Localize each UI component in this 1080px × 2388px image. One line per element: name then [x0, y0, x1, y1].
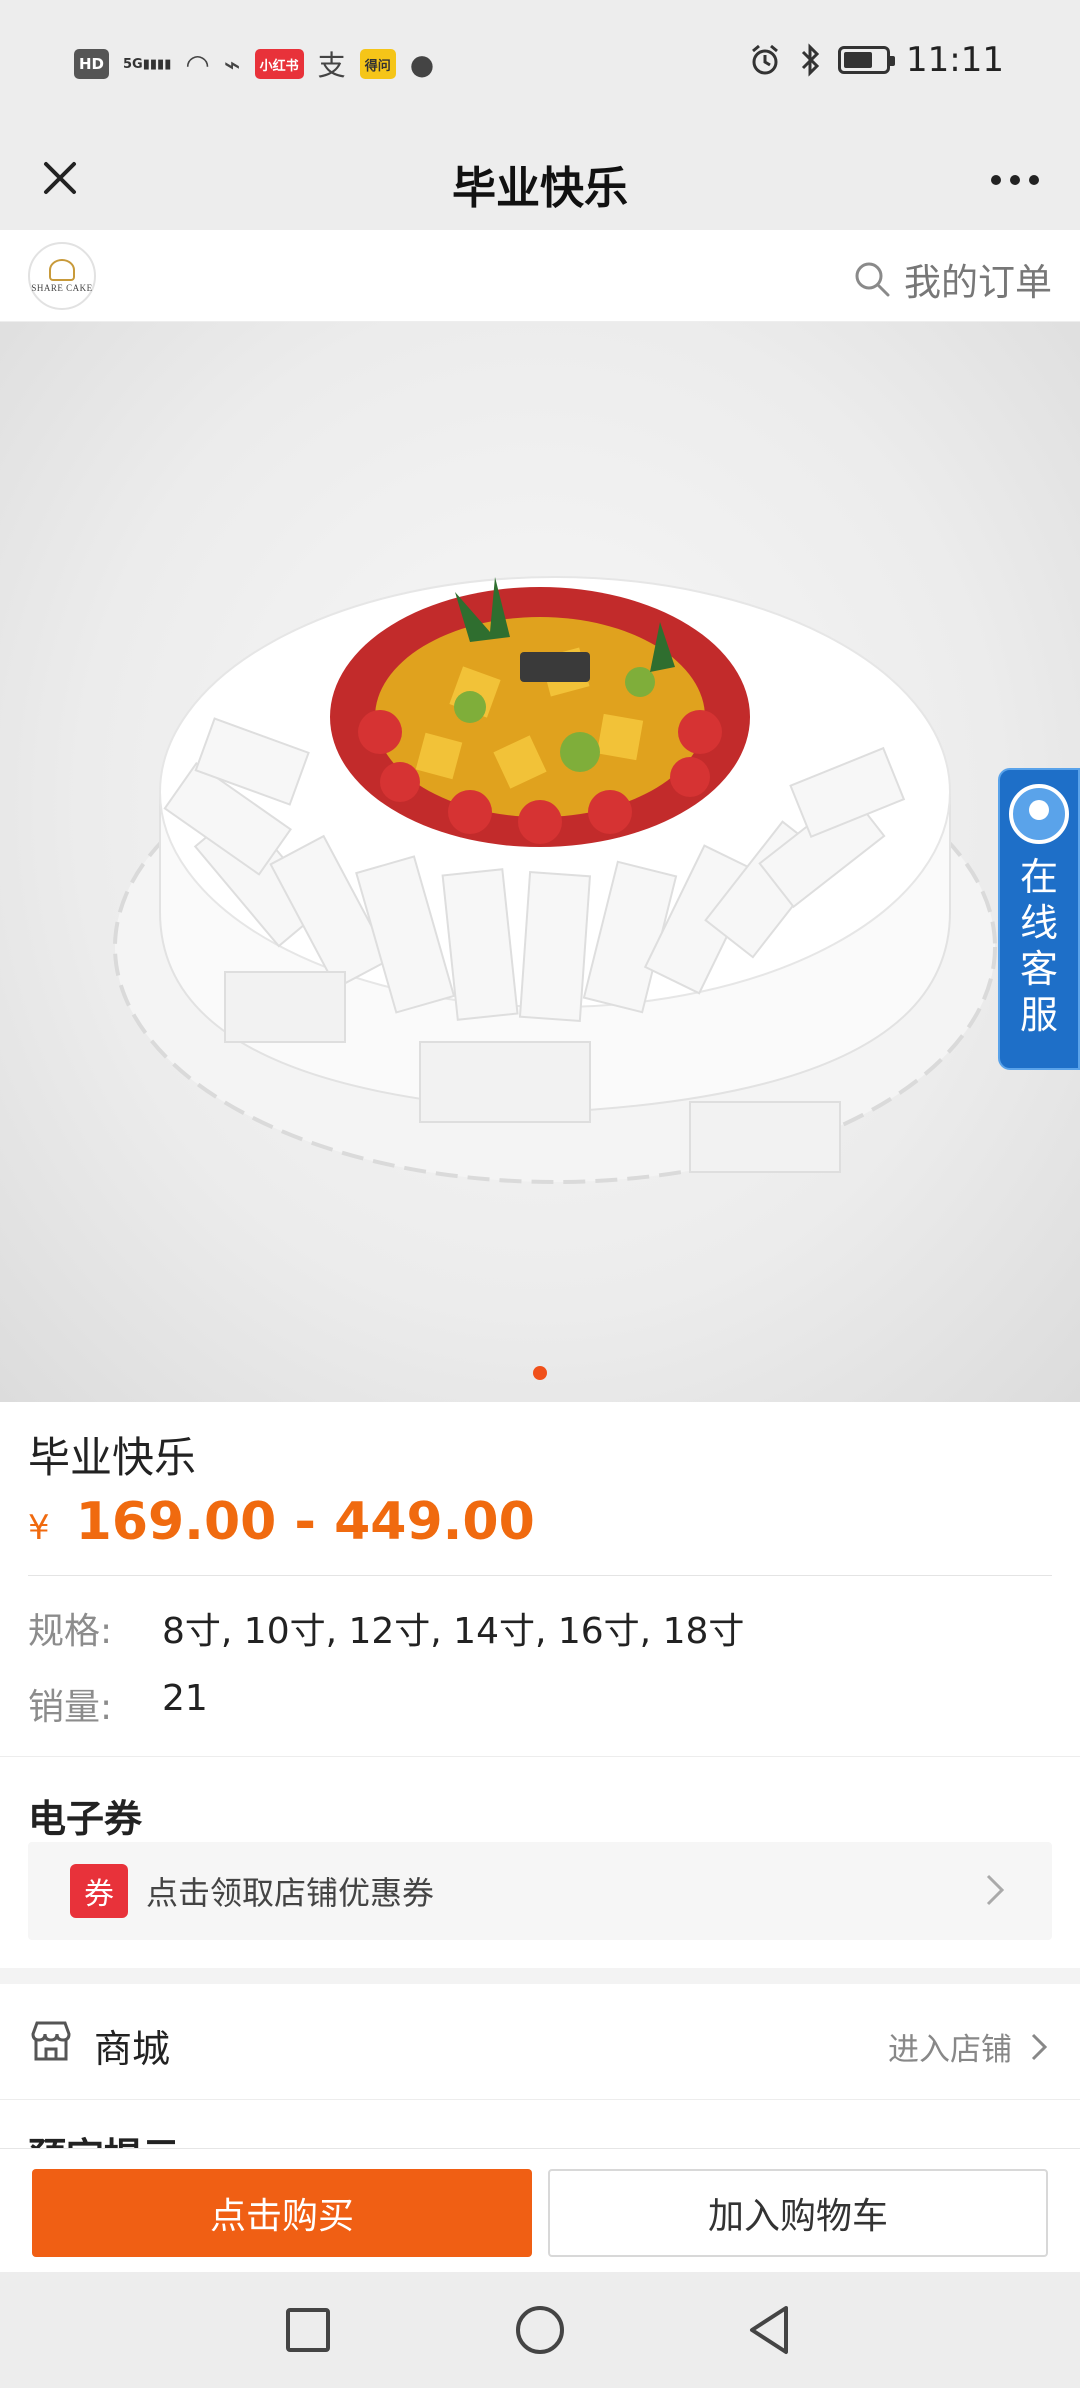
system-nav-bar	[0, 2272, 1080, 2388]
my-orders-link[interactable]: 我的订单	[852, 252, 1052, 306]
customer-service-icon	[1009, 784, 1069, 844]
search-icon	[855, 262, 890, 297]
divider	[28, 1575, 1052, 1576]
recent-apps-icon[interactable]	[276, 2298, 340, 2362]
status-right-icons: 11:11	[748, 40, 1004, 80]
reserve-tips-title: 预定提示	[28, 2126, 180, 2148]
bluetooth-icon	[801, 43, 820, 77]
clock: 11:11	[906, 40, 1004, 80]
coupon-section-title: 电子券	[28, 1797, 143, 1841]
more-dot	[1029, 175, 1039, 185]
spec-value: 8寸, 10寸, 12寸, 14寸, 16寸, 18寸	[162, 1611, 745, 1652]
chevron-right-icon	[986, 1874, 1005, 1906]
link-icon: ⌁	[223, 47, 241, 81]
back-icon[interactable]	[738, 2298, 802, 2362]
chevron-right-icon	[1031, 2033, 1048, 2060]
wechat-icon: ●	[409, 47, 435, 81]
more-menu-button[interactable]	[980, 150, 1050, 210]
divider	[0, 1756, 1080, 1757]
sales-value: 21	[162, 1678, 208, 1719]
product-image-carousel[interactable]	[0, 322, 1080, 1402]
status-bar: HD 5G▮▮▮▮ ◠ ⌁ 小红书 支 得问 ● 11:11	[0, 0, 1080, 128]
shop-logo[interactable]: SHARE CAKE	[28, 242, 96, 310]
shop-logo-text: SHARE CAKE	[31, 283, 93, 293]
customer-service-label: 在线客服	[1019, 855, 1058, 1037]
battery-icon	[838, 46, 896, 74]
action-bar: 点击购买 加入购物车	[0, 2148, 1080, 2272]
dewu-icon: 得问	[359, 49, 396, 79]
shop-header: SHARE CAKE 我的订单	[0, 230, 1080, 322]
price-range: 169.00 - 449.00	[75, 1492, 535, 1552]
section-separator	[0, 1968, 1080, 1984]
wifi-icon: ◠	[185, 47, 210, 81]
title-bar: 毕业快乐	[0, 128, 1080, 230]
sales-row: 销量: 21	[28, 1678, 208, 1730]
crown-icon	[49, 259, 75, 281]
signal-icon: 5G▮▮▮▮	[123, 56, 172, 72]
mall-row[interactable]: 商城 进入店铺	[0, 1984, 1080, 2100]
xiaohongshu-icon: 小红书	[254, 49, 304, 79]
alarm-icon	[752, 44, 778, 75]
my-orders-label: 我的订单	[904, 261, 1052, 304]
battery-fill	[844, 52, 873, 68]
product-price: ¥ 169.00 - 449.00	[28, 1492, 535, 1552]
spec-label: 规格:	[28, 1611, 113, 1652]
home-icon[interactable]	[508, 2298, 572, 2362]
carousel-indicator-dot[interactable]	[533, 1366, 547, 1380]
spec-row: 规格: 8寸, 10寸, 12寸, 14寸, 16寸, 18寸	[28, 1602, 744, 1654]
currency-symbol: ¥	[28, 1508, 50, 1548]
sales-label: 销量:	[28, 1687, 113, 1728]
online-customer-service-button[interactable]: 在线客服	[998, 768, 1080, 1070]
buy-now-button[interactable]: 点击购买	[32, 2169, 532, 2257]
store-icon	[31, 2021, 71, 2061]
enter-store-link[interactable]: 进入店铺	[888, 2024, 1050, 2069]
more-dot	[1010, 175, 1020, 185]
hd-icon: HD	[74, 49, 110, 79]
product-name: 毕业快乐	[28, 1433, 197, 1482]
coupon-text: 点击领取店铺优惠券	[146, 1874, 435, 1912]
claim-coupon-button[interactable]: 券 点击领取店铺优惠券	[28, 1842, 1052, 1940]
status-left-icons: HD 5G▮▮▮▮ ◠ ⌁ 小红书 支 得问 ●	[74, 44, 434, 84]
add-to-cart-button[interactable]: 加入购物车	[548, 2169, 1048, 2257]
enter-store-label: 进入店铺	[888, 2032, 1012, 2068]
mall-label: 商城	[94, 2027, 171, 2071]
page-title: 毕业快乐	[452, 163, 628, 214]
coupon-badge: 券	[70, 1864, 128, 1918]
alipay-icon: 支	[317, 49, 346, 82]
more-dot	[991, 175, 1001, 185]
cake-photo	[113, 576, 997, 1184]
